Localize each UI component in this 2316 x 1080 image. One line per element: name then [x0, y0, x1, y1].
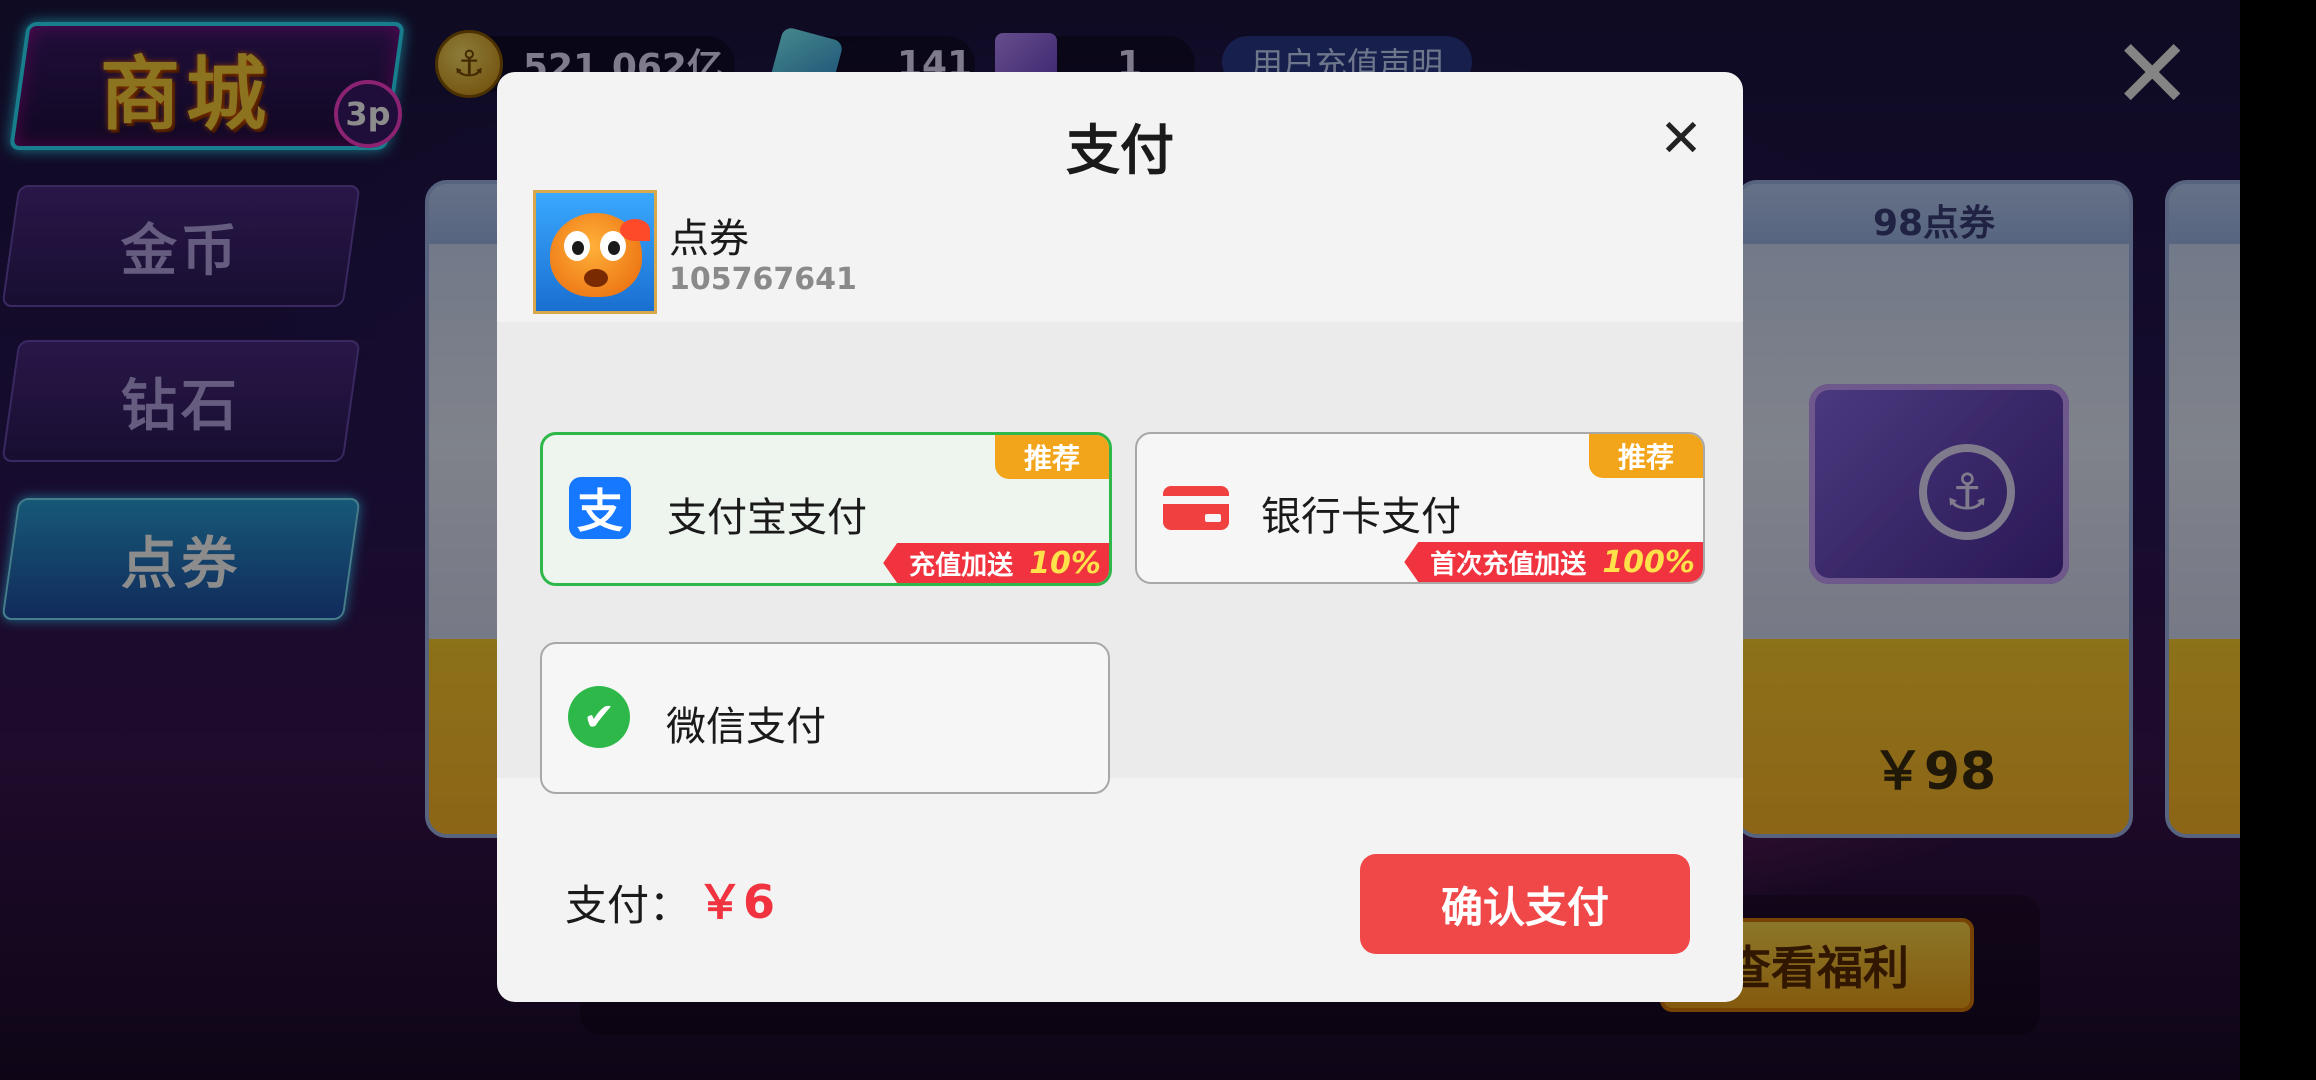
screen-edge: [2240, 0, 2316, 1080]
payment-dialog: 支付 ✕ 点券 105767641 支 支付宝支付 推荐 充值加送 10% 银行…: [497, 72, 1743, 1002]
fish-eye-left: [564, 231, 590, 261]
wechat-option[interactable]: ✔ 微信支付: [540, 642, 1110, 794]
dialog-title: 支付: [1066, 119, 1174, 182]
bank-card-icon: [1163, 486, 1229, 530]
product-fish-icon: [533, 190, 657, 314]
recommended-badge: 推荐: [995, 435, 1109, 479]
bonus-text: 充值加送: [909, 550, 1014, 581]
payment-methods: 支 支付宝支付 推荐 充值加送 10% 银行卡支付 推荐 首次充值加送 100%…: [497, 322, 1743, 794]
product-id: 105767641: [669, 262, 857, 297]
pay-label: 支付：: [565, 881, 692, 930]
wechat-icon: ✔: [568, 686, 630, 748]
wechat-label: 微信支付: [666, 704, 826, 750]
fish-mouth: [584, 269, 608, 287]
confirm-payment-button[interactable]: 确认支付: [1360, 854, 1690, 954]
recommended-badge: 推荐: [1589, 434, 1703, 478]
fish-body: [550, 213, 650, 297]
bonus-ribbon: 充值加送 10%: [883, 543, 1109, 583]
alipay-icon: 支: [569, 477, 631, 539]
bonus-percent: 10%: [1029, 545, 1101, 581]
bank-card-option[interactable]: 银行卡支付 推荐 首次充值加送 100%: [1135, 432, 1705, 584]
bonus-ribbon: 首次充值加送 100%: [1404, 542, 1703, 582]
bank-card-label: 银行卡支付: [1261, 494, 1461, 540]
pay-amount: ￥6: [697, 875, 776, 929]
fish-fin: [620, 219, 650, 241]
dialog-close-icon[interactable]: ✕: [1652, 109, 1710, 169]
bonus-percent: 100%: [1602, 544, 1695, 580]
alipay-option[interactable]: 支 支付宝支付 推荐 充值加送 10%: [540, 432, 1112, 586]
product-name: 点券: [669, 216, 749, 262]
bonus-text: 首次充值加送: [1430, 549, 1587, 580]
alipay-label: 支付宝支付: [667, 495, 867, 541]
